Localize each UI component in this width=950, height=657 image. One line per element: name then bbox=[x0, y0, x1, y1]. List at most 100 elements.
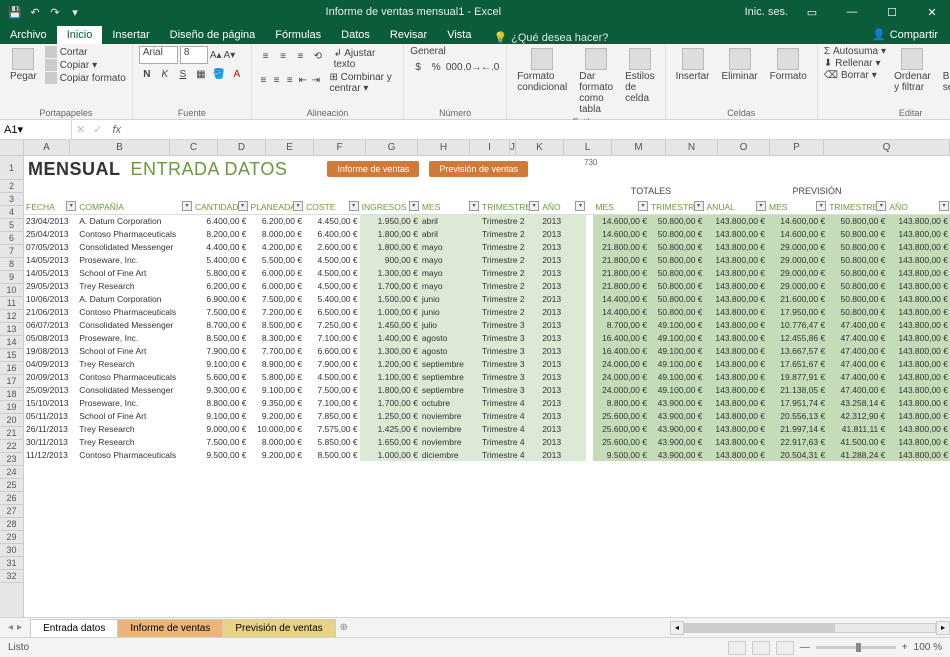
cell[interactable]: 2013 bbox=[540, 318, 586, 331]
tab-insert[interactable]: Insertar bbox=[102, 26, 159, 44]
cell[interactable]: 14/05/2013 bbox=[24, 253, 77, 266]
wrap-text-button[interactable]: ↲ Ajustar texto bbox=[334, 48, 398, 70]
cell[interactable]: 2013 bbox=[540, 409, 586, 422]
sheet-tab-prevision[interactable]: Previsión de ventas bbox=[222, 619, 335, 637]
filter-dropdown-icon[interactable]: ▾ bbox=[182, 201, 192, 211]
cell[interactable]: 1.800,00 € bbox=[360, 240, 420, 253]
cell[interactable]: 143.800,00 € bbox=[887, 331, 950, 344]
col-header[interactable]: I bbox=[470, 140, 510, 155]
cell[interactable]: 1.425,00 € bbox=[360, 422, 420, 435]
cell[interactable]: 50.800,00 € bbox=[827, 227, 887, 240]
col-header[interactable]: K bbox=[516, 140, 564, 155]
sort-filter-button[interactable]: Ordenar y filtrar bbox=[890, 46, 935, 95]
tab-nav-prev-icon[interactable]: ◂ bbox=[8, 622, 13, 633]
grow-font-icon[interactable]: A▴ bbox=[210, 50, 222, 61]
undo-icon[interactable]: ↶ bbox=[28, 5, 42, 19]
cell[interactable]: 49.100,00 € bbox=[649, 331, 705, 344]
cell[interactable]: 2013 bbox=[540, 253, 586, 266]
cell[interactable]: 9.200,00 € bbox=[249, 409, 305, 422]
cell[interactable]: 8.300,00 € bbox=[249, 331, 305, 344]
cell-styles-button[interactable]: Estilos de celda bbox=[621, 46, 658, 106]
cell[interactable]: 4.500,00 € bbox=[304, 266, 360, 279]
autosum-button[interactable]: Σ Autosuma ▾ bbox=[824, 46, 886, 57]
cell[interactable]: 9.500,00 € bbox=[593, 448, 649, 461]
cell[interactable]: mayo bbox=[420, 240, 480, 253]
column-header-cost[interactable]: COSTE▾ bbox=[304, 200, 360, 214]
cell[interactable]: 1.250,00 € bbox=[360, 409, 420, 422]
row-header[interactable]: 14 bbox=[0, 336, 23, 349]
tab-data[interactable]: Datos bbox=[331, 26, 380, 44]
cell[interactable]: 7.100,00 € bbox=[304, 396, 360, 409]
cell[interactable]: 21.800,00 € bbox=[593, 279, 649, 292]
filter-dropdown-icon[interactable]: ▾ bbox=[876, 201, 886, 211]
table-row[interactable]: 21/06/2013Contoso Pharmaceuticals7.500,0… bbox=[24, 305, 950, 318]
worksheet[interactable]: 1234567891011121314151617181920212223242… bbox=[0, 156, 950, 617]
cell[interactable]: 50.800,00 € bbox=[649, 305, 705, 318]
underline-button[interactable]: S bbox=[175, 66, 191, 82]
cell[interactable]: 14.600,00 € bbox=[767, 214, 827, 227]
cell[interactable]: 49.100,00 € bbox=[649, 344, 705, 357]
cell[interactable]: Proseware, Inc. bbox=[77, 253, 193, 266]
hscroll-thumb[interactable] bbox=[685, 624, 835, 632]
cell[interactable]: 47.400,00 € bbox=[827, 357, 887, 370]
redo-icon[interactable]: ↷ bbox=[48, 5, 62, 19]
cell[interactable]: 50.800,00 € bbox=[649, 214, 705, 227]
cell[interactable]: Trimestre 4 bbox=[480, 409, 540, 422]
row-header[interactable]: 21 bbox=[0, 427, 23, 440]
cell[interactable] bbox=[586, 448, 593, 461]
cell[interactable]: 30/11/2013 bbox=[24, 435, 77, 448]
cell[interactable]: 10.000,00 € bbox=[249, 422, 305, 435]
cell[interactable] bbox=[586, 422, 593, 435]
cell[interactable]: A. Datum Corporation bbox=[77, 214, 193, 227]
cell[interactable]: 4.450,00 € bbox=[304, 214, 360, 227]
cell[interactable]: 24.000,00 € bbox=[593, 370, 649, 383]
cell[interactable]: 25.600,00 € bbox=[593, 422, 649, 435]
cell[interactable]: 143.800,00 € bbox=[887, 370, 950, 383]
cell[interactable]: 143.800,00 € bbox=[705, 279, 768, 292]
view-page-break-icon[interactable] bbox=[776, 641, 794, 655]
cell[interactable]: 50.800,00 € bbox=[649, 292, 705, 305]
cell[interactable]: 5.800,00 € bbox=[193, 266, 249, 279]
delete-cells-button[interactable]: Eliminar bbox=[717, 46, 761, 84]
cell[interactable]: 7.850,00 € bbox=[304, 409, 360, 422]
cell[interactable]: 16.400,00 € bbox=[593, 344, 649, 357]
cell[interactable]: 7.500,00 € bbox=[249, 292, 305, 305]
cell[interactable]: Consolidated Messenger bbox=[77, 383, 193, 396]
col-header[interactable]: G bbox=[366, 140, 418, 155]
cell[interactable]: 29.000,00 € bbox=[767, 240, 827, 253]
table-row[interactable]: 26/11/2013Trey Research9.000,00 €10.000,… bbox=[24, 422, 950, 435]
cell[interactable]: 21.138,05 € bbox=[767, 383, 827, 396]
cell[interactable]: 2013 bbox=[540, 292, 586, 305]
filter-dropdown-icon[interactable]: ▾ bbox=[816, 201, 826, 211]
cell[interactable]: 1.000,00 € bbox=[360, 305, 420, 318]
name-box[interactable]: A1 ▾ bbox=[0, 120, 72, 139]
cell[interactable]: 11/12/2013 bbox=[24, 448, 77, 461]
view-normal-icon[interactable] bbox=[728, 641, 746, 655]
filter-dropdown-icon[interactable]: ▾ bbox=[349, 201, 359, 211]
cell[interactable]: 5.500,00 € bbox=[249, 253, 305, 266]
cell[interactable]: 50.800,00 € bbox=[649, 279, 705, 292]
filter-dropdown-icon[interactable]: ▾ bbox=[575, 201, 585, 211]
row-header[interactable]: 4 bbox=[0, 206, 23, 219]
cell[interactable]: 2013 bbox=[540, 396, 586, 409]
cell[interactable]: 6.000,00 € bbox=[249, 279, 305, 292]
cell[interactable]: 05/11/2013 bbox=[24, 409, 77, 422]
cell[interactable]: Contoso Pharmaceuticals bbox=[77, 370, 193, 383]
cell[interactable]: 21.800,00 € bbox=[593, 240, 649, 253]
cell[interactable]: 2013 bbox=[540, 357, 586, 370]
cell[interactable]: 7.100,00 € bbox=[304, 331, 360, 344]
cell[interactable]: 143.800,00 € bbox=[887, 292, 950, 305]
cell[interactable]: 9.200,00 € bbox=[249, 448, 305, 461]
cell[interactable]: 21.800,00 € bbox=[593, 266, 649, 279]
cell[interactable]: Trey Research bbox=[77, 357, 193, 370]
merge-center-button[interactable]: ⊞ Combinar y centrar ▾ bbox=[329, 72, 397, 94]
column-header-pan[interactable]: AÑO▾ bbox=[887, 200, 950, 214]
filter-dropdown-icon[interactable]: ▾ bbox=[638, 201, 648, 211]
cell[interactable]: Trimestre 2 bbox=[480, 214, 540, 227]
column-header-ing[interactable]: INGRESOS▾ bbox=[360, 200, 420, 214]
column-header-plan[interactable]: PLANEADA▾ bbox=[249, 200, 305, 214]
cell[interactable]: diciembre bbox=[420, 448, 480, 461]
cell[interactable]: 143.800,00 € bbox=[705, 240, 768, 253]
table-row[interactable]: 25/04/2013Contoso Pharmaceuticals8.200,0… bbox=[24, 227, 950, 240]
cell[interactable]: 50.800,00 € bbox=[827, 305, 887, 318]
